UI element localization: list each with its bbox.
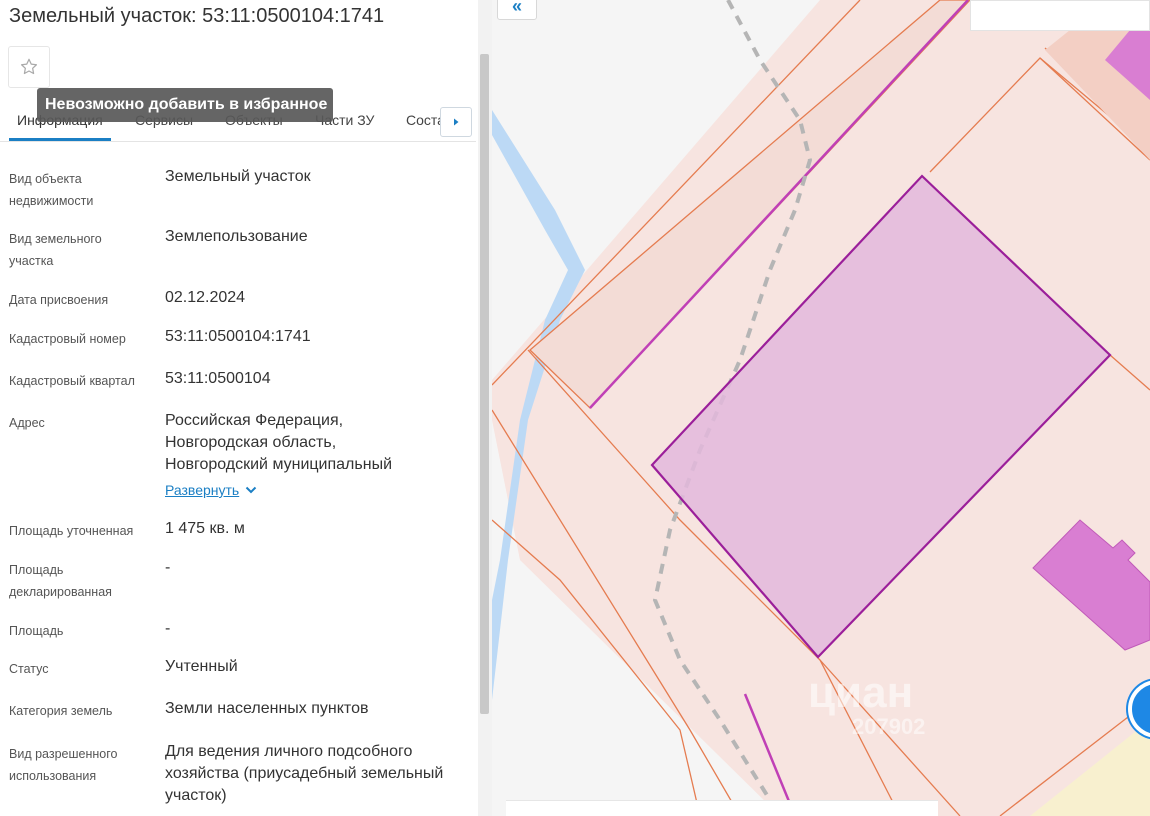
double-chevron-left-icon: « bbox=[511, 0, 522, 16]
info-panel: Земельный участок: 53:11:0500104:1741 Ин… bbox=[0, 0, 476, 816]
field-value-permitted-use: Для ведения личного подсобного хозяйства… bbox=[165, 743, 444, 804]
field-value-area: - bbox=[165, 620, 171, 637]
field-value-area-declared: - bbox=[165, 559, 171, 576]
scrollbar-thumb[interactable] bbox=[480, 54, 489, 714]
caret-right-icon bbox=[454, 118, 459, 126]
collapse-panel-button[interactable]: « bbox=[497, 0, 537, 20]
expand-address-link[interactable]: Развернуть bbox=[165, 482, 257, 498]
field-value-cadastral-number: 53:11:0500104:1741 bbox=[165, 328, 311, 345]
tabs-scroll-right-button[interactable] bbox=[440, 107, 472, 137]
field-label-cadastral-number: Кадастровый номер bbox=[9, 332, 126, 346]
favorite-button[interactable] bbox=[8, 46, 50, 88]
field-label-area-declared: Площадь декларированная bbox=[9, 563, 112, 599]
field-label-area-refined: Площадь уточненная bbox=[9, 524, 134, 538]
active-tab-indicator bbox=[9, 138, 111, 141]
expand-link-label: Развернуть bbox=[165, 482, 240, 498]
field-label-date: Дата присвоения bbox=[9, 293, 109, 307]
favorite-tooltip: Невозможно добавить в избранное bbox=[37, 88, 333, 122]
watermark-logo: циан bbox=[808, 668, 914, 717]
field-value-land-type: Землепользование bbox=[165, 228, 308, 245]
field-label-permitted-use: Вид разрешенного использования bbox=[9, 747, 118, 783]
field-value-area-refined: 1 475 кв. м bbox=[165, 520, 245, 537]
map-search-box[interactable] bbox=[970, 0, 1150, 31]
map-bottom-bar bbox=[506, 800, 938, 816]
field-label-address: Адрес bbox=[9, 416, 45, 430]
field-label-land-category: Категория земель bbox=[9, 704, 113, 718]
field-value-land-category: Земли населенных пунктов bbox=[165, 700, 369, 717]
field-value-date: 02.12.2024 bbox=[165, 289, 246, 306]
star-icon bbox=[20, 58, 38, 75]
field-label-object-type: Вид объекта недвижимости bbox=[9, 172, 94, 208]
watermark-number: 207902 bbox=[852, 714, 926, 739]
chevron-down-icon bbox=[246, 486, 257, 494]
field-label-area: Площадь bbox=[9, 624, 64, 638]
field-label-land-type: Вид земельного участка bbox=[9, 232, 102, 268]
field-value-cadastral-quarter: 53:11:0500104 bbox=[165, 370, 271, 387]
panel-scrollbar[interactable] bbox=[478, 0, 492, 816]
field-value-object-type: Земельный участок bbox=[165, 168, 311, 185]
field-value-address: Российская Федерация, Новгородская облас… bbox=[165, 412, 392, 473]
page-title: Земельный участок: 53:11:0500104:1741 bbox=[9, 5, 385, 27]
field-label-cadastral-quarter: Кадастровый квартал bbox=[9, 374, 135, 388]
field-value-status: Учтенный bbox=[165, 658, 238, 675]
field-label-status: Статус bbox=[9, 662, 49, 676]
